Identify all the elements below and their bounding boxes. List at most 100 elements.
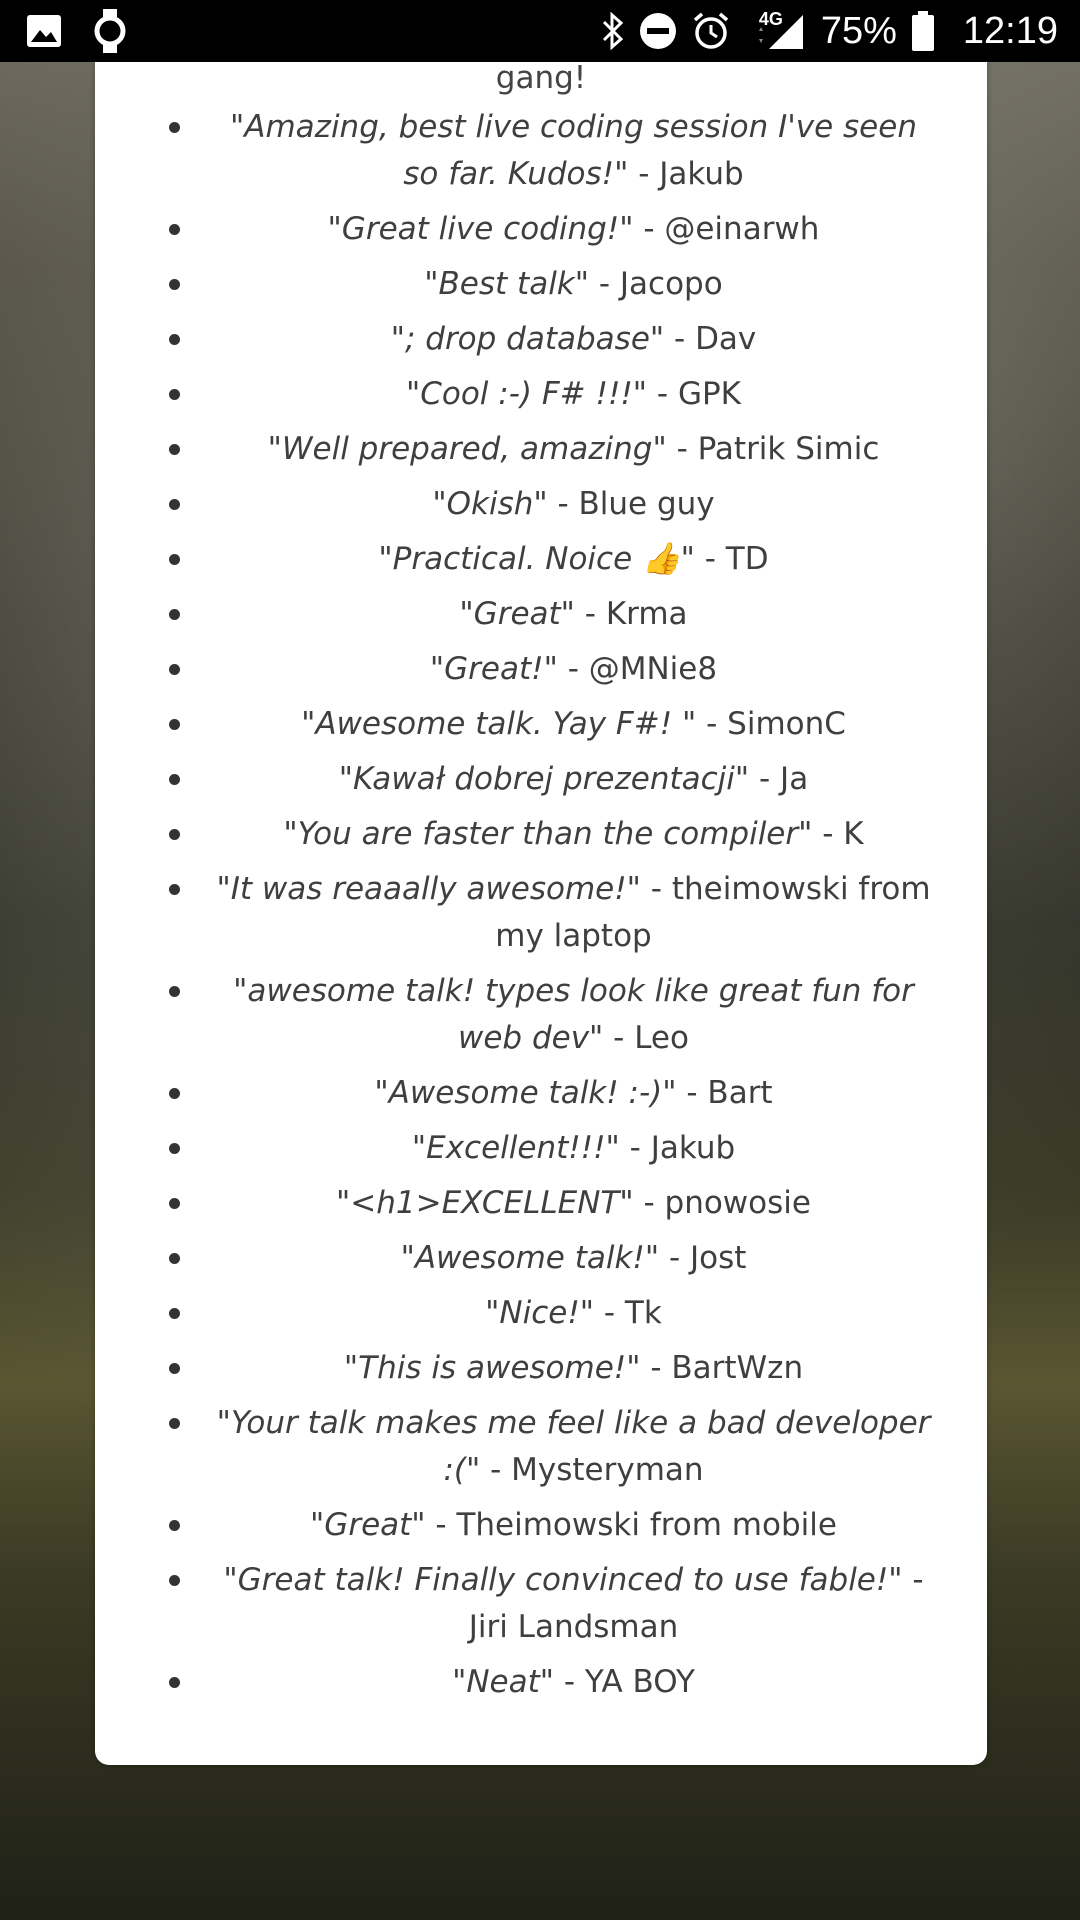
comment-quote: "Okish": [432, 486, 548, 522]
list-item: "Well prepared, amazing" - Patrik Simic: [95, 426, 987, 473]
list-item: "Excellent!!!" - Jakub: [95, 1125, 987, 1172]
comment-quote: "Amazing, best live coding session I've …: [230, 109, 917, 192]
list-item: "It was reaaally awesome!" - theimowski …: [95, 866, 987, 960]
bullet-icon: [169, 609, 180, 620]
clock: 12:19: [962, 9, 1058, 52]
list-item: "Kawał dobrej prezentacji" - Ja: [95, 756, 987, 803]
comment-author: - Mysteryman: [480, 1452, 704, 1488]
bullet-icon: [169, 774, 180, 785]
comment-author: - Bart: [676, 1075, 773, 1111]
list-item: "This is awesome!" - BartWzn: [95, 1345, 987, 1392]
list-item: "Awesome talk!" - Jost: [95, 1235, 987, 1282]
comment-quote: "Cool :-) F# !!!": [405, 376, 648, 412]
comment-author: - Ja: [749, 761, 809, 797]
bullet-icon: [169, 499, 180, 510]
list-item: "Great" - Krma: [95, 591, 987, 638]
list-item: "Awesome talk! :-)" - Bart: [95, 1070, 987, 1117]
list-item: "Great talk! Finally convinced to use fa…: [95, 1557, 987, 1651]
comment-author: - GPK: [647, 376, 742, 412]
bullet-icon: [169, 389, 180, 400]
comment-author: - @MNie8: [557, 651, 718, 687]
comment-author: - TD: [694, 541, 769, 577]
bullet-icon: [169, 719, 180, 730]
bullet-icon: [169, 1143, 180, 1154]
list-item: "; drop database" - Dav: [95, 316, 987, 363]
comment-author: - SimonC: [696, 706, 846, 742]
list-item: "<h1>EXCELLENT" - pnowosie: [95, 1180, 987, 1227]
comment-quote: "Great talk! Finally convinced to use fa…: [223, 1562, 903, 1598]
bullet-icon: [169, 829, 180, 840]
comment-quote: "; drop database": [390, 321, 665, 357]
comment-author: - Jost: [659, 1240, 747, 1276]
bullet-icon: [169, 884, 180, 895]
bullet-icon: [169, 1308, 180, 1319]
bullet-icon: [169, 664, 180, 675]
bullet-icon: [169, 1088, 180, 1099]
bullet-icon: [169, 224, 180, 235]
comment-quote: "<h1>EXCELLENT": [336, 1185, 634, 1221]
list-item: "Great" - Theimowski from mobile: [95, 1502, 987, 1549]
watch-icon: [94, 9, 126, 53]
comment-quote: "Kawał dobrej prezentacji": [338, 761, 750, 797]
comment-quote: "Awesome talk! :-)": [374, 1075, 677, 1111]
bullet-icon: [169, 1253, 180, 1264]
bullet-icon: [169, 444, 180, 455]
comment-author: - Krma: [574, 596, 688, 632]
comment-quote: "It was reaaally awesome!": [216, 871, 641, 907]
list-item: "awesome talk! types look like great fun…: [95, 968, 987, 1062]
comment-quote: "You are faster than the compiler": [283, 816, 813, 852]
comment-author: - K: [812, 816, 864, 852]
list-item: "Great!" - @MNie8: [95, 646, 987, 693]
list-item: "Neat" - YA BOY: [95, 1659, 987, 1706]
comment-quote: "awesome talk! types look like great fun…: [233, 973, 914, 1056]
comment-quote: "Excellent!!!": [411, 1130, 620, 1166]
comment-author: - @einarwh: [633, 211, 820, 247]
comment-quote: "Best talk": [424, 266, 590, 302]
bullet-icon: [169, 1418, 180, 1429]
comments-card: gang! "Amazing, best live coding session…: [95, 60, 987, 1765]
list-item: "You are faster than the compiler" - K: [95, 811, 987, 858]
comment-author: - Patrik Simic: [666, 431, 880, 467]
comment-quote: "Neat": [452, 1664, 555, 1700]
bullet-icon: [169, 334, 180, 345]
gallery-icon: [26, 14, 62, 48]
comment-author: - YA BOY: [554, 1664, 695, 1700]
comment-author: - pnowosie: [633, 1185, 811, 1221]
list-item: "Your talk makes me feel like a bad deve…: [95, 1400, 987, 1494]
comment-quote: "Practical. Noice 👍": [378, 541, 695, 577]
comments-list: "Amazing, best live coding session I've …: [95, 104, 987, 1714]
comment-author: - Jakub: [619, 1130, 736, 1166]
comment-quote: "Great live coding!": [327, 211, 634, 247]
bullet-icon: [169, 986, 180, 997]
comment-quote: "Nice!": [485, 1295, 595, 1331]
comment-quote: "Awesome talk. Yay F#! ": [301, 706, 697, 742]
comment-author: - Jakub: [628, 156, 744, 192]
comment-author: - Jacopo: [589, 266, 723, 302]
comment-quote: "Great": [310, 1507, 426, 1543]
list-item: "Okish" - Blue guy: [95, 481, 987, 528]
comment-author: - Blue guy: [547, 486, 715, 522]
list-item: "Awesome talk. Yay F#! " - SimonC: [95, 701, 987, 748]
comment-quote: "This is awesome!": [343, 1350, 641, 1386]
list-item: "Best talk" - Jacopo: [95, 261, 987, 308]
list-item: "Cool :-) F# !!!" - GPK: [95, 371, 987, 418]
bullet-icon: [169, 554, 180, 565]
comment-quote: "Great!": [429, 651, 558, 687]
list-item: "Practical. Noice 👍" - TD: [95, 536, 987, 583]
status-bar: 4G 75% 12:19: [0, 0, 1080, 62]
comment-author: - Theimowski from mobile: [425, 1507, 837, 1543]
truncated-text: gang!: [495, 60, 587, 96]
comment-author: - Dav: [664, 321, 757, 357]
bullet-icon: [169, 1198, 180, 1209]
comment-author: - BartWzn: [640, 1350, 804, 1386]
list-item: "Great live coding!" - @einarwh: [95, 206, 987, 253]
bullet-icon: [169, 279, 180, 290]
signal-icon: 4G: [745, 9, 807, 51]
list-item: "Nice!" - Tk: [95, 1290, 987, 1337]
do-not-disturb-icon: [639, 12, 677, 50]
comment-quote: "Great": [459, 596, 575, 632]
comment-quote: "Well prepared, amazing": [267, 431, 667, 467]
bullet-icon: [169, 1575, 180, 1586]
battery-icon: [911, 11, 935, 51]
alarm-icon: [691, 11, 731, 51]
